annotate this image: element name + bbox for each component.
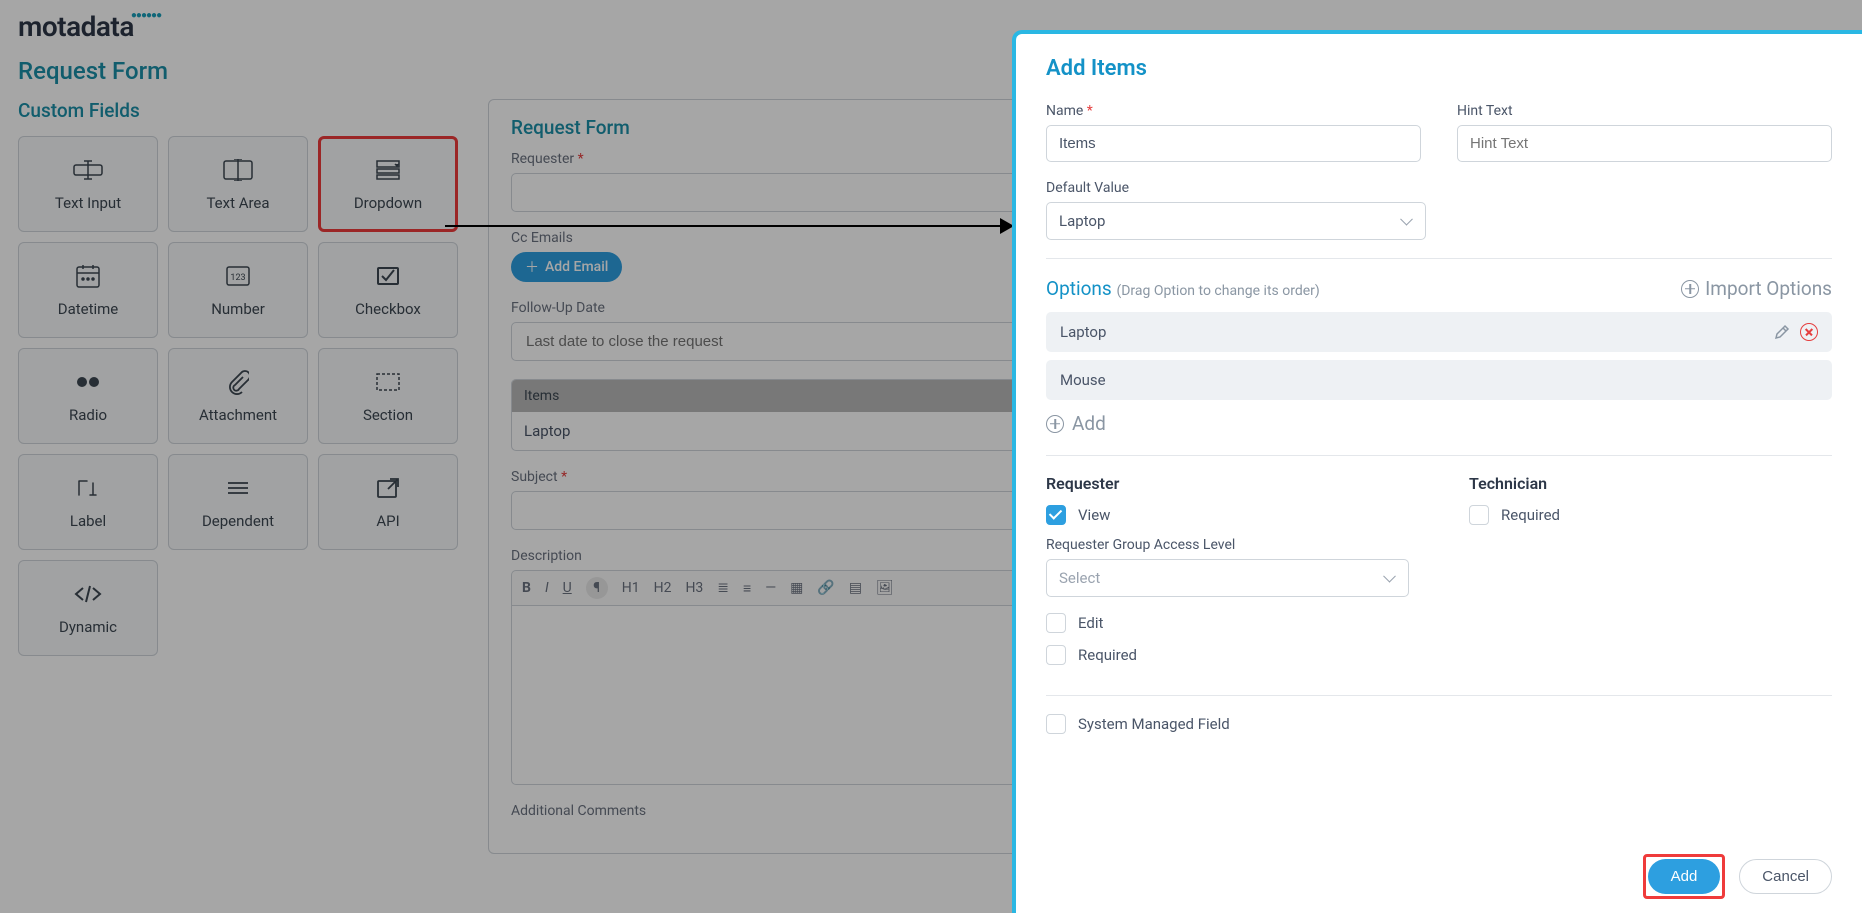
delete-icon[interactable]	[1800, 323, 1818, 341]
requester-heading: Requester	[1046, 474, 1409, 493]
name-label: Name *	[1046, 103, 1421, 119]
required-checkbox[interactable]	[1046, 645, 1066, 665]
cancel-button[interactable]: Cancel	[1739, 859, 1832, 894]
add-button[interactable]: Add	[1648, 859, 1721, 894]
add-option-link[interactable]: Add	[1046, 412, 1106, 435]
default-value-label: Default Value	[1046, 180, 1426, 196]
edit-checkbox[interactable]	[1046, 613, 1066, 633]
hint-input[interactable]	[1457, 125, 1832, 162]
option-item[interactable]: Mouse	[1046, 360, 1832, 400]
edit-label: Edit	[1078, 614, 1103, 632]
import-options-link[interactable]: Import Options	[1681, 277, 1832, 300]
plus-circle-icon	[1046, 415, 1064, 433]
system-managed-label: System Managed Field	[1078, 715, 1230, 733]
option-label: Mouse	[1060, 371, 1106, 389]
view-label: View	[1078, 506, 1110, 524]
hint-label: Hint Text	[1457, 103, 1832, 119]
default-value-select[interactable]: Laptop	[1046, 202, 1426, 240]
group-access-label: Requester Group Access Level	[1046, 537, 1409, 553]
group-access-select[interactable]: Select	[1046, 559, 1409, 597]
option-label: Laptop	[1060, 323, 1106, 341]
name-input[interactable]	[1046, 125, 1421, 162]
annotation-arrow	[445, 225, 1005, 227]
view-checkbox[interactable]	[1046, 505, 1066, 525]
tech-required-checkbox[interactable]	[1469, 505, 1489, 525]
option-item[interactable]: Laptop	[1046, 312, 1832, 352]
add-button-highlight: Add	[1643, 854, 1726, 899]
panel-title: Add Items	[1046, 56, 1832, 81]
system-managed-checkbox[interactable]	[1046, 714, 1066, 734]
add-items-panel: Add Items Name * Hint Text Default Value…	[1012, 30, 1862, 913]
plus-circle-icon	[1681, 280, 1699, 298]
options-heading: Options (Drag Option to change its order…	[1046, 277, 1320, 300]
edit-icon[interactable]	[1774, 324, 1790, 340]
required-label: Required	[1078, 646, 1137, 664]
technician-heading: Technician	[1469, 474, 1832, 493]
tech-required-label: Required	[1501, 506, 1560, 524]
